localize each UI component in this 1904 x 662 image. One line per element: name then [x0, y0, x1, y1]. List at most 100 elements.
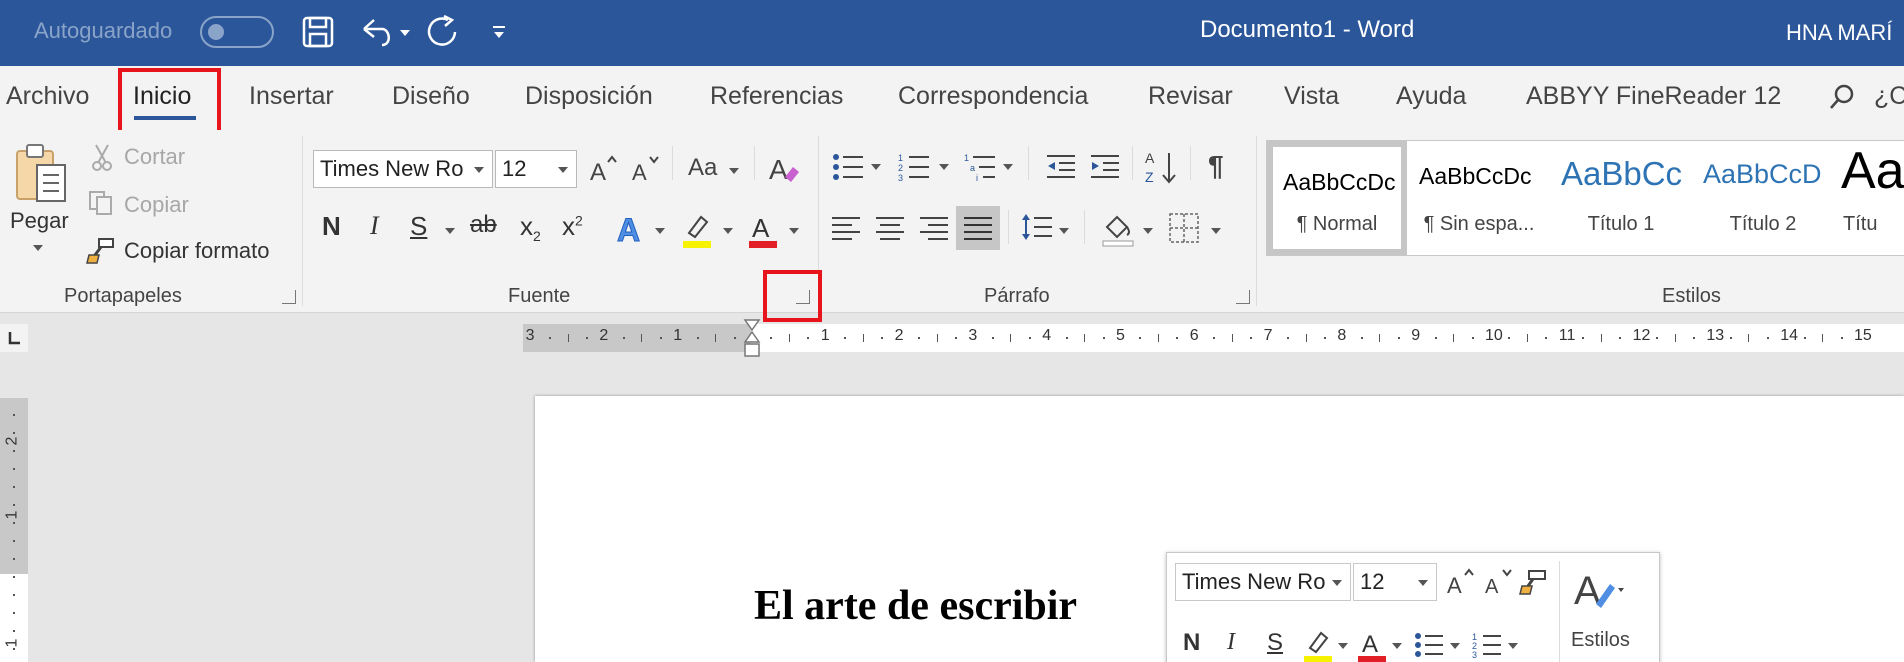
subscript-button[interactable]: x2 [520, 211, 541, 244]
mini-numbering-dropdown-icon[interactable] [1507, 641, 1519, 651]
align-left-icon[interactable] [830, 212, 862, 244]
mini-bold-button[interactable]: N [1183, 629, 1200, 657]
redo-icon[interactable] [422, 12, 462, 52]
tab-abbyy[interactable]: ABBYY FineReader 12 [1526, 82, 1781, 111]
increase-indent-icon[interactable] [1088, 150, 1122, 184]
change-case-dropdown-icon[interactable] [728, 166, 740, 176]
mini-font-color-dropdown-icon[interactable] [1391, 641, 1403, 651]
font-color-icon[interactable]: A [746, 210, 780, 250]
customize-icon[interactable] [486, 12, 512, 52]
shrink-font-icon[interactable]: A [630, 152, 660, 186]
style-titulo[interactable]: Aa Títu [1835, 141, 1904, 255]
tab-revisar[interactable]: Revisar [1148, 82, 1233, 111]
paragraph-launcher-icon[interactable] [1236, 290, 1250, 304]
mini-italic-button[interactable]: I [1227, 629, 1235, 656]
align-right-icon[interactable] [918, 212, 950, 244]
borders-dropdown-icon[interactable] [1210, 226, 1222, 236]
undo-icon[interactable] [356, 12, 412, 52]
multilevel-list-icon[interactable]: 1ai [962, 150, 998, 184]
document-heading[interactable]: El arte de escribir [754, 582, 1077, 630]
clear-formatting-icon[interactable]: A [766, 150, 802, 186]
search-icon[interactable] [1826, 80, 1858, 114]
user-name[interactable]: HNA MARÍ [1786, 20, 1892, 46]
mini-bullets-icon[interactable] [1413, 629, 1445, 661]
paste-button[interactable]: Pegar [10, 208, 69, 234]
mini-grow-font-icon[interactable]: A [1445, 565, 1475, 599]
tab-correspondencia[interactable]: Correspondencia [898, 82, 1088, 111]
mini-font-size-combo[interactable]: 12 [1353, 563, 1437, 601]
format-painter-icon[interactable] [84, 234, 118, 266]
svg-text:A: A [617, 212, 640, 245]
ruler-number: 11 [1558, 327, 1576, 344]
shading-dropdown-icon[interactable] [1142, 226, 1154, 236]
mini-numbering-icon[interactable]: 123 [1471, 629, 1503, 661]
underline-button[interactable]: S [410, 211, 427, 242]
numbering-dropdown-icon[interactable] [938, 162, 950, 172]
clipboard-launcher-icon[interactable] [282, 290, 296, 304]
svg-text:A: A [590, 159, 606, 184]
mini-font-name-combo[interactable]: Times New Ro [1175, 563, 1351, 601]
svg-text:A: A [1145, 150, 1155, 166]
style-titulo-2[interactable]: AaBbCcD Título 2 [1693, 141, 1833, 255]
font-size-combo[interactable]: 12 [495, 150, 577, 188]
bullets-icon[interactable] [830, 150, 866, 184]
underline-dropdown-icon[interactable] [444, 226, 456, 236]
bold-button[interactable]: N [322, 211, 341, 242]
line-spacing-dropdown-icon[interactable] [1058, 226, 1070, 236]
font-color-dropdown-icon[interactable] [788, 226, 800, 236]
highlight-color-icon[interactable] [680, 210, 714, 250]
bullets-dropdown-icon[interactable] [870, 162, 882, 172]
save-icon[interactable] [298, 12, 338, 52]
align-center-icon[interactable] [874, 212, 906, 244]
shading-icon[interactable] [1100, 210, 1136, 248]
mini-bullets-dropdown-icon[interactable] [1449, 641, 1461, 651]
sort-icon[interactable]: AZ [1144, 148, 1180, 186]
copy-button[interactable]: Copiar [124, 192, 189, 218]
justify-icon[interactable] [956, 206, 1000, 250]
numbering-icon[interactable]: 123 [896, 150, 932, 184]
italic-button[interactable]: I [370, 211, 379, 241]
style-normal[interactable]: AaBbCcDc ¶ Normal [1267, 141, 1407, 255]
indent-marker-icon[interactable] [743, 318, 761, 364]
multilevel-dropdown-icon[interactable] [1002, 162, 1014, 172]
paste-dropdown-icon[interactable] [30, 242, 46, 254]
tab-diseno[interactable]: Diseño [392, 82, 470, 111]
tell-me-box[interactable]: ¿C [1874, 82, 1904, 111]
font-name-combo[interactable]: Times New Ro [313, 150, 493, 188]
format-painter-button[interactable]: Copiar formato [124, 238, 270, 264]
tab-selector[interactable] [0, 324, 28, 352]
line-spacing-icon[interactable] [1018, 210, 1054, 244]
mini-highlight-icon[interactable] [1303, 627, 1333, 662]
borders-icon[interactable] [1166, 210, 1202, 246]
tab-vista[interactable]: Vista [1284, 82, 1339, 111]
tab-referencias[interactable]: Referencias [710, 82, 843, 111]
mini-format-painter-icon[interactable] [1517, 565, 1551, 599]
cut-icon[interactable] [90, 142, 114, 172]
text-effects-dropdown-icon[interactable] [654, 226, 666, 236]
tab-insertar[interactable]: Insertar [249, 82, 334, 111]
mini-shrink-font-icon[interactable]: A [1483, 565, 1513, 599]
decrease-indent-icon[interactable] [1044, 150, 1078, 184]
paste-icon[interactable] [12, 140, 70, 206]
tab-ayuda[interactable]: Ayuda [1396, 82, 1466, 111]
mini-highlight-dropdown-icon[interactable] [1337, 641, 1349, 651]
strikethrough-button[interactable]: ab [470, 211, 497, 239]
mini-styles-icon[interactable]: A [1571, 563, 1625, 613]
copy-icon[interactable] [86, 188, 116, 218]
change-case-button[interactable]: Aa [688, 154, 717, 182]
highlight-dropdown-icon[interactable] [722, 226, 734, 236]
mini-underline-button[interactable]: S [1267, 629, 1283, 657]
text-effects-icon[interactable]: A [614, 210, 648, 246]
style-titulo-1[interactable]: AaBbCc Título 1 [1551, 141, 1691, 255]
mini-styles-label[interactable]: Estilos [1571, 629, 1630, 652]
grow-font-icon[interactable]: A [588, 152, 618, 186]
tab-archivo[interactable]: Archivo [6, 82, 89, 111]
cut-button[interactable]: Cortar [124, 144, 185, 170]
show-formatting-marks-button[interactable]: ¶ [1208, 150, 1224, 182]
ruler-dot [1840, 337, 1843, 339]
superscript-button[interactable]: x2 [562, 211, 583, 242]
tab-disposicion[interactable]: Disposición [525, 82, 653, 111]
mini-font-color-icon[interactable]: A [1357, 627, 1387, 662]
style-sin-espaciado[interactable]: AaBbCcDc ¶ Sin espa... [1409, 141, 1549, 255]
autosave-toggle[interactable] [200, 16, 274, 48]
